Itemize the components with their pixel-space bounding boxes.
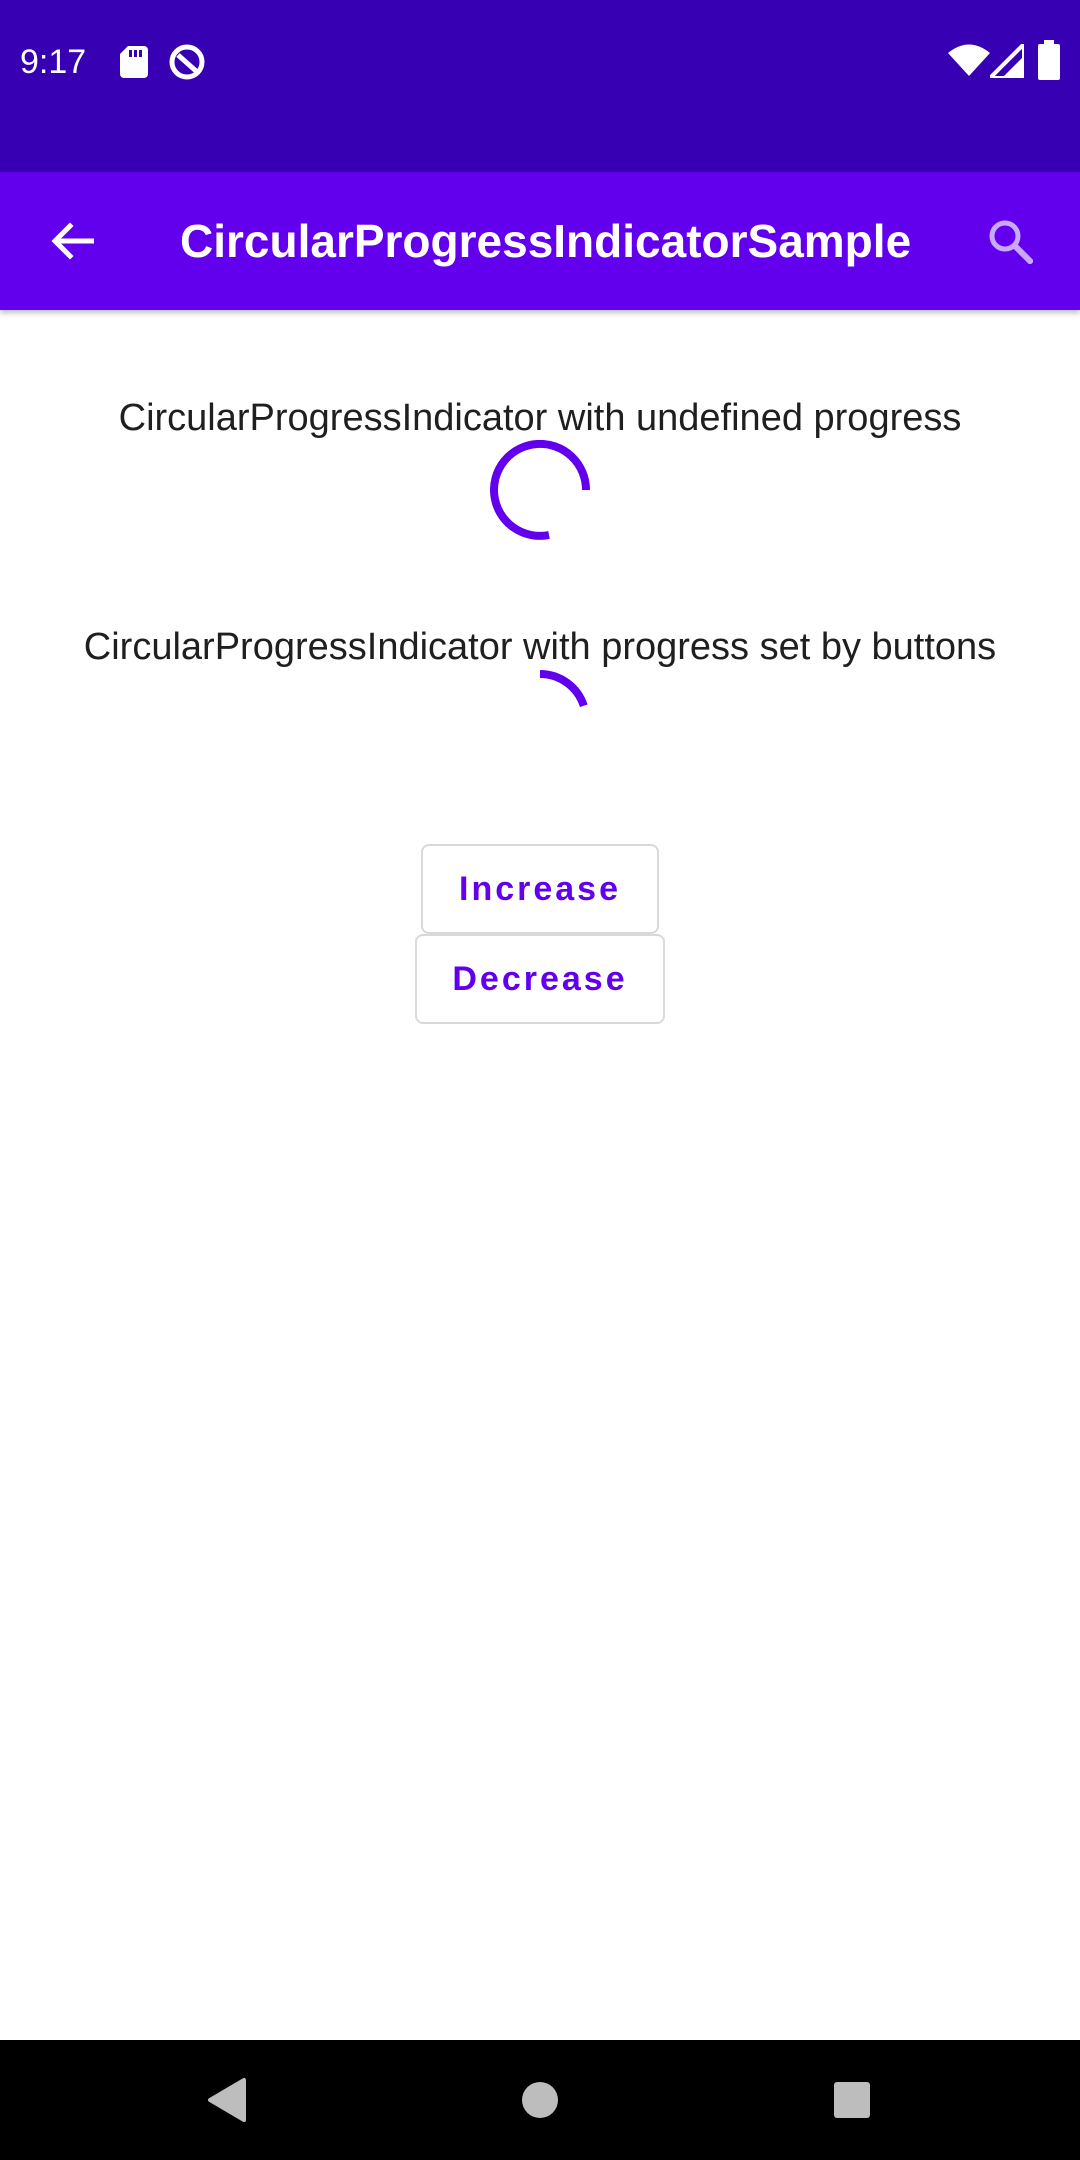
battery-icon bbox=[1038, 40, 1060, 80]
page-title: CircularProgressIndicatorSample bbox=[180, 215, 912, 267]
indeterminate-progress-indicator bbox=[490, 440, 590, 540]
arrow-back-icon bbox=[51, 222, 94, 260]
indeterminate-label: CircularProgressIndicator with undefined… bbox=[118, 397, 962, 439]
app-bar: CircularProgressIndicatorSample bbox=[0, 172, 1080, 310]
nav-back-icon bbox=[208, 2078, 246, 2122]
decrease-button[interactable]: Decrease bbox=[415, 934, 665, 1024]
back-button[interactable] bbox=[36, 205, 108, 277]
nav-recents-icon bbox=[834, 2082, 870, 2118]
search-button[interactable] bbox=[974, 205, 1046, 277]
determinate-progress-indicator bbox=[539, 670, 588, 708]
sd-card-icon bbox=[120, 46, 148, 78]
navigation-bar bbox=[0, 2040, 1080, 2160]
determinate-progress-arc bbox=[539, 670, 588, 708]
status-bar: 9:17 bbox=[0, 0, 1080, 172]
wifi-icon bbox=[948, 44, 990, 76]
data-saver-icon bbox=[169, 44, 205, 80]
nav-home-button[interactable] bbox=[500, 2060, 580, 2140]
cellular-signal-icon bbox=[990, 44, 1024, 78]
search-icon bbox=[989, 220, 1033, 264]
nav-recents-button[interactable] bbox=[812, 2060, 892, 2140]
nav-home-icon bbox=[522, 2082, 558, 2118]
content: CircularProgressIndicator with undefined… bbox=[0, 310, 1080, 2040]
nav-back-button[interactable] bbox=[186, 2060, 266, 2140]
screen: 9:17 CircularProgressIndicatorSample Cir… bbox=[0, 0, 1080, 2160]
determinate-label: CircularProgressIndicator with progress … bbox=[83, 626, 997, 668]
status-time: 9:17 bbox=[20, 43, 87, 81]
increase-button[interactable]: Increase bbox=[421, 844, 659, 934]
